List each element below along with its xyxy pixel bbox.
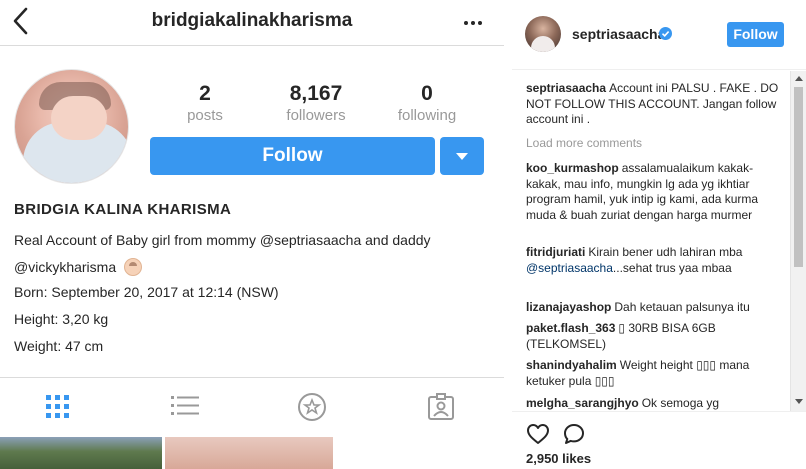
- profile-header: bridgiakalinakharisma: [0, 0, 504, 46]
- list-item: lizanajayashop Dah ketauan palsunya itu: [526, 300, 784, 316]
- list-item: paket.flash_363 ▯ 30RB BISA 6GB (TELKOMSE…: [526, 321, 784, 352]
- comment-text: ...sehat trus yaa mbaa: [612, 260, 732, 275]
- post-thumbnail[interactable]: [0, 437, 162, 469]
- tagged-icon[interactable]: [426, 392, 456, 422]
- verified-badge-icon: [659, 27, 672, 40]
- profile-avatar: [14, 69, 129, 184]
- caption: septriasaacha Account ini PALSU . FAKE . …: [526, 81, 784, 128]
- bio-line: Born: September 20, 2017 at 12:14 (NSW): [14, 284, 279, 300]
- post-header: septriasaacha Follow: [512, 0, 806, 70]
- comments-scrollbar[interactable]: [790, 71, 806, 411]
- posts-count: 2 posts: [150, 82, 260, 124]
- profile-panel: bridgiakalinakharisma 2 posts 8,167 foll…: [0, 0, 504, 469]
- follow-button[interactable]: Follow: [150, 137, 435, 175]
- panel-divider: [504, 0, 512, 469]
- following-count-label: following: [397, 107, 457, 124]
- bio-line: Real Account of Baby girl from mommy @se…: [14, 232, 431, 248]
- comment-text: Kirain bener udh lahiran mba: [588, 245, 743, 259]
- list-icon[interactable]: [170, 392, 200, 422]
- scrollbar-thumb[interactable]: [794, 87, 803, 267]
- bio-line: @vickykharisma: [14, 258, 143, 276]
- likes-count[interactable]: 2,950 likes: [526, 451, 591, 466]
- more-options-icon[interactable]: [464, 12, 486, 26]
- comment-username[interactable]: lizanajayashop: [526, 300, 611, 314]
- comment-text: Ok semoga yg: [641, 396, 720, 410]
- bio-mention-link[interactable]: @vickykharisma: [14, 259, 116, 275]
- comment-username[interactable]: shanindyahalim: [526, 358, 617, 372]
- load-more-comments[interactable]: Load more comments: [526, 136, 642, 150]
- follow-dropdown-button[interactable]: [440, 137, 484, 175]
- followers-count-value: 8,167: [289, 82, 343, 105]
- list-item: fitridjuriati Kirain bener udh lahiran mb…: [526, 245, 784, 276]
- grid-icon[interactable]: [43, 392, 73, 422]
- profile-tabs: [0, 377, 504, 435]
- baby-emoji-icon: [124, 258, 143, 276]
- followers-count[interactable]: 8,167 followers: [261, 82, 371, 124]
- comment-username[interactable]: koo_kurmashop: [526, 161, 619, 175]
- following-count[interactable]: 0 following: [372, 82, 482, 124]
- post-panel: septriasaacha Follow septriasaacha Accoun…: [512, 0, 806, 469]
- following-count-value: 0: [421, 82, 433, 105]
- post-actions: 2,950 likes: [512, 411, 806, 469]
- followers-count-label: followers: [286, 107, 346, 124]
- list-item: melgha_sarangjhyo Ok semoga yg: [526, 396, 784, 411]
- follow-button[interactable]: Follow: [727, 22, 784, 47]
- profile-username: bridgiakalinakharisma: [151, 10, 353, 31]
- comment-text: Dah ketauan palsunya itu: [614, 300, 750, 314]
- list-item: shanindyahalim Weight height ▯▯▯ mana ket…: [526, 358, 784, 389]
- scroll-down-icon[interactable]: [795, 399, 803, 404]
- poster-username[interactable]: septriasaacha: [572, 26, 665, 42]
- bio-line: Weight: 47 cm: [14, 338, 104, 354]
- heart-icon[interactable]: [526, 422, 550, 446]
- bio-line: Height: 3,20 kg: [14, 311, 109, 327]
- comment-username[interactable]: melgha_sarangjhyo: [526, 396, 639, 410]
- comment-bubble-icon[interactable]: [562, 422, 586, 446]
- profile-display-name: BRIDGIA KALINA KHARISMA: [14, 201, 232, 218]
- list-item: koo_kurmashop assalamualaikum kakak-kakak…: [526, 161, 784, 223]
- posts-count-label: posts: [187, 107, 223, 124]
- posts-count-value: 2: [199, 82, 211, 105]
- scroll-up-icon[interactable]: [795, 76, 803, 81]
- chevron-down-icon: [456, 153, 468, 160]
- comment-username[interactable]: fitridjuriati: [526, 245, 585, 259]
- post-thumbnail[interactable]: [165, 437, 333, 469]
- comment-username[interactable]: septriasaacha: [526, 81, 606, 95]
- post-grid: [0, 437, 504, 469]
- comments-list: septriasaacha Account ini PALSU . FAKE . …: [512, 71, 806, 411]
- comment-mention-link[interactable]: @septriasaacha: [526, 261, 613, 275]
- saved-star-icon[interactable]: [297, 392, 327, 422]
- poster-avatar[interactable]: [525, 16, 561, 52]
- comment-username[interactable]: paket.flash_363: [526, 321, 615, 335]
